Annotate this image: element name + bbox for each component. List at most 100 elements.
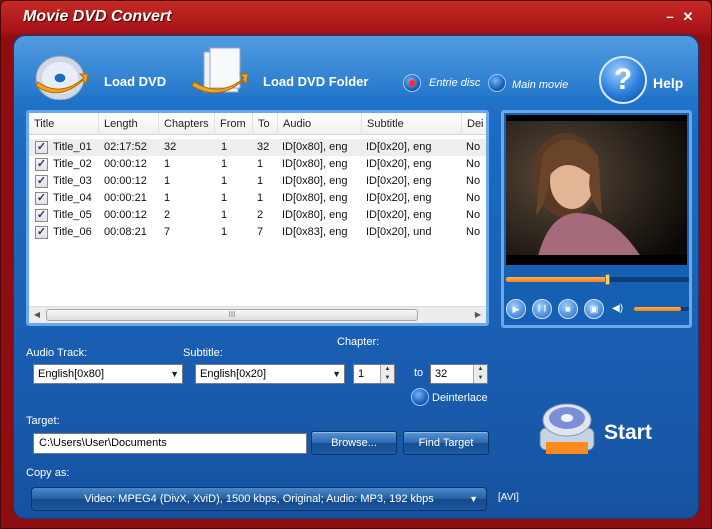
- start-label[interactable]: Start: [604, 421, 652, 445]
- cell-length: 00:00:12: [104, 209, 147, 221]
- table-row[interactable]: ✓ Title_01 02:17:52 32 1 32 ID[0x80], eng ID[0x…: [29, 139, 486, 156]
- chevron-down-icon: ▼: [170, 369, 179, 379]
- output-format-label: [AVI]: [498, 492, 519, 503]
- cell-from: 1: [221, 192, 228, 204]
- seek-progress: [506, 277, 607, 282]
- scroll-right-arrow[interactable]: ▶: [471, 309, 485, 321]
- entire-disc-radio[interactable]: [403, 74, 421, 92]
- find-target-button[interactable]: Find Target: [403, 431, 489, 455]
- row-checkbox[interactable]: ✓: [35, 226, 48, 239]
- cell-from: 1: [221, 141, 228, 153]
- chapter-to-value: 32: [435, 368, 448, 380]
- cell-chapters: 1: [164, 192, 171, 204]
- seek-handle[interactable]: [604, 274, 610, 285]
- stop-button[interactable]: ■: [558, 299, 578, 319]
- column-header-subtitle[interactable]: Subtitle: [362, 113, 462, 135]
- title-bar[interactable]: Movie DVD Convert – ✕: [1, 1, 711, 35]
- table-row[interactable]: ✓ Title_02 00:00:12 1 1 1 ID[0x80], eng ID[0x20…: [29, 156, 486, 173]
- load-dvd-folder-button[interactable]: [190, 46, 252, 102]
- browse-button[interactable]: Browse...: [311, 431, 397, 455]
- column-header-length[interactable]: Length: [99, 113, 159, 135]
- scroll-left-arrow[interactable]: ◀: [30, 309, 44, 321]
- load-dvd-folder-label[interactable]: Load DVD Folder: [263, 74, 368, 89]
- output-profile-dropdown[interactable]: Video: MPEG4 (DivX, XviD), 1500 kbps, Or…: [31, 487, 487, 511]
- cell-chapters: 7: [164, 226, 171, 238]
- title-list[interactable]: Title Length Chapters From To Audio Subt…: [26, 110, 489, 326]
- column-header-chapters[interactable]: Chapters: [159, 113, 215, 135]
- chapter-to-input[interactable]: 32 ▲ ▼: [430, 364, 488, 384]
- seek-bar[interactable]: [506, 274, 689, 285]
- cell-subtitle: ID[0x20], eng: [366, 192, 432, 204]
- video-preview: [506, 115, 687, 265]
- cell-to: 1: [257, 175, 264, 187]
- table-row[interactable]: ✓ Title_05 00:00:12 2 1 2 ID[0x80], eng ID[0x20…: [29, 207, 486, 224]
- row-checkbox[interactable]: ✓: [35, 141, 48, 154]
- cell-deinterlace: No: [466, 226, 481, 238]
- cell-from: 1: [221, 175, 228, 187]
- table-row[interactable]: ✓ Title_03 00:00:12 1 1 1 ID[0x80], eng ID[0x20…: [29, 173, 486, 190]
- load-dvd-button[interactable]: [30, 48, 90, 101]
- column-header-deinterlace[interactable]: Dei: [462, 113, 486, 135]
- start-icon: [539, 403, 595, 454]
- entire-disc-label[interactable]: Entrie disc: [429, 77, 480, 89]
- minimize-button[interactable]: –: [663, 10, 677, 24]
- cell-from: 1: [221, 226, 228, 238]
- load-dvd-label[interactable]: Load DVD: [104, 74, 166, 89]
- help-label[interactable]: Help: [653, 75, 683, 91]
- start-button[interactable]: [534, 398, 600, 460]
- folder-icon: [191, 47, 249, 94]
- chapter-from-value: 1: [358, 368, 365, 380]
- column-header-from[interactable]: From: [215, 113, 253, 135]
- row-checkbox[interactable]: ✓: [35, 158, 48, 171]
- volume-slider[interactable]: [634, 307, 689, 311]
- chapter-to-up-arrow[interactable]: ▲: [473, 365, 487, 374]
- horizontal-scrollbar[interactable]: ◀ III ▶: [29, 306, 486, 323]
- chapter-from-input[interactable]: 1 ▲ ▼: [353, 364, 395, 384]
- cell-title: Title_02: [53, 158, 92, 170]
- row-checkbox[interactable]: ✓: [35, 192, 48, 205]
- column-header-title[interactable]: Title: [29, 113, 99, 135]
- audio-track-dropdown[interactable]: English[0x80] ▼: [33, 364, 183, 384]
- cell-subtitle: ID[0x20], eng: [366, 158, 432, 170]
- snapshot-button[interactable]: ▣: [584, 299, 604, 319]
- cell-audio: ID[0x80], eng: [282, 175, 348, 187]
- deinterlace-toggle[interactable]: [411, 388, 429, 406]
- pause-button[interactable]: ❙❙: [532, 299, 552, 319]
- scroll-thumb[interactable]: III: [46, 309, 418, 321]
- cell-length: 00:00:12: [104, 158, 147, 170]
- column-header-audio[interactable]: Audio: [278, 113, 362, 135]
- preview-panel: ▶ ❙❙ ■ ▣ ◀): [501, 110, 692, 328]
- volume-icon[interactable]: ◀): [612, 301, 632, 317]
- cell-title: Title_06: [53, 226, 92, 238]
- play-button[interactable]: ▶: [506, 299, 526, 319]
- cell-to: 1: [257, 158, 264, 170]
- cell-to: 1: [257, 192, 264, 204]
- cell-length: 00:00:21: [104, 192, 147, 204]
- help-icon[interactable]: ?: [599, 56, 647, 104]
- main-movie-label[interactable]: Main movie: [512, 79, 568, 91]
- main-movie-radio[interactable]: [488, 74, 506, 92]
- table-row[interactable]: ✓ Title_04 00:00:21 1 1 1 ID[0x80], eng ID[0x20…: [29, 190, 486, 207]
- table-row[interactable]: ✓ Title_06 00:08:21 7 1 7 ID[0x83], eng ID[0x20…: [29, 224, 486, 241]
- subtitle-dropdown[interactable]: English[0x20] ▼: [195, 364, 345, 384]
- cell-title: Title_05: [53, 209, 92, 221]
- cell-title: Title_04: [53, 192, 92, 204]
- chapter-from-up-arrow[interactable]: ▲: [380, 365, 394, 374]
- cell-chapters: 32: [164, 141, 177, 153]
- copy-as-label: Copy as:: [26, 467, 70, 479]
- audio-track-label: Audio Track:: [26, 347, 88, 359]
- cell-audio: ID[0x80], eng: [282, 192, 348, 204]
- row-checkbox[interactable]: ✓: [35, 175, 48, 188]
- column-header-to[interactable]: To: [253, 113, 278, 135]
- subtitle-label: Subtitle:: [183, 347, 223, 359]
- deinterlace-label[interactable]: Deinterlace: [432, 392, 488, 404]
- chevron-down-icon: ▼: [469, 494, 478, 504]
- cell-title: Title_01: [53, 141, 92, 153]
- target-path-field[interactable]: C:\Users\User\Documents: [33, 433, 307, 454]
- chapter-to-down-arrow[interactable]: ▼: [473, 374, 487, 383]
- close-button[interactable]: ✕: [681, 10, 695, 24]
- cell-deinterlace: No: [466, 141, 481, 153]
- cell-deinterlace: No: [466, 192, 481, 204]
- row-checkbox[interactable]: ✓: [35, 209, 48, 222]
- chapter-from-down-arrow[interactable]: ▼: [380, 374, 394, 383]
